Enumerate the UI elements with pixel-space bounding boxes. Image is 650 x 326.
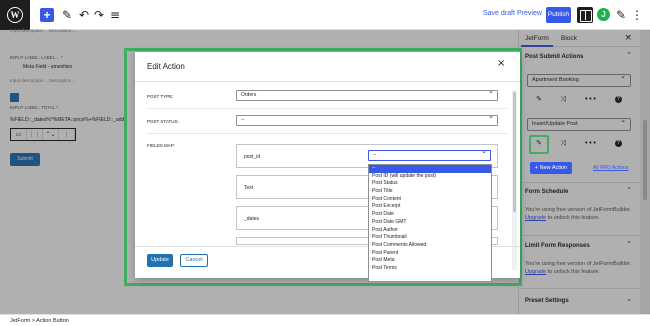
wordpress-logo-glyph: W	[7, 7, 23, 23]
new-action-button[interactable]: + New Action	[530, 162, 572, 174]
top-toolbar: W + ✎ ↶ ↷ ≡ Save draft Preview Publish J…	[0, 0, 650, 30]
dropdown-option[interactable]: Post Excerpt	[369, 203, 491, 211]
preview-button[interactable]: Preview	[517, 10, 542, 17]
list-view-icon[interactable]: ≡	[108, 7, 122, 23]
dropdown-option[interactable]: --	[369, 165, 491, 173]
field-name: _dates	[244, 216, 260, 222]
dropdown-option[interactable]: Post Comments Allowed	[369, 242, 491, 250]
field-map-select[interactable]: --	[368, 147, 491, 161]
dropdown-option[interactable]: Post Title	[369, 188, 491, 196]
divider	[135, 81, 520, 82]
update-button[interactable]: Update	[147, 254, 173, 267]
jetformbuilder-icon[interactable]: J	[597, 8, 610, 21]
divider	[147, 133, 507, 134]
dropdown-option[interactable]: Post Date	[369, 211, 491, 219]
dropdown-option[interactable]: Post Author	[369, 227, 491, 235]
dropdown-option[interactable]: Post Terms	[369, 265, 491, 273]
dropdown-option[interactable]: Post Content	[369, 196, 491, 204]
dropdown-option[interactable]: Post ID (will update the post)	[369, 173, 491, 181]
divider	[147, 108, 507, 109]
close-icon[interactable]: ×	[497, 58, 505, 69]
fields-map-label: FIELDS MAP:	[147, 143, 176, 148]
dropdown-option[interactable]: Post Parent	[369, 250, 491, 258]
dropdown-option[interactable]: Post Status	[369, 180, 491, 188]
more-options-icon[interactable]: ⋮	[630, 7, 644, 23]
add-block-button[interactable]: +	[40, 8, 54, 22]
edit-mode-icon[interactable]: ✎	[614, 7, 628, 23]
edit-action-modal: Edit Action × POST TYPE: Orders POST STA…	[135, 52, 520, 282]
post-status-select[interactable]: --	[236, 112, 498, 126]
pencil-icon[interactable]: ✎	[60, 7, 74, 23]
dropdown-option[interactable]: Post Meta	[369, 257, 491, 265]
undo-icon[interactable]: ↶	[77, 7, 91, 23]
post-type-select[interactable]: Orders	[236, 87, 498, 101]
dropdown-option[interactable]: Post Thumbnail	[369, 234, 491, 242]
dropdown-option[interactable]: Post Date GMT	[369, 219, 491, 227]
edit-action-highlight[interactable]	[529, 135, 549, 154]
post-type-label: POST TYPE:	[147, 94, 174, 99]
cancel-button[interactable]: Cancel	[180, 254, 208, 267]
wordpress-logo-icon[interactable]: W	[0, 0, 30, 30]
field-name: post_id	[244, 154, 261, 160]
redo-icon[interactable]: ↷	[92, 7, 106, 23]
save-draft-button[interactable]: Save draft	[483, 10, 515, 17]
field-map-dropdown[interactable]: -- Post ID (will update the post) Post S…	[368, 164, 492, 282]
scrollbar-thumb[interactable]	[513, 92, 516, 212]
settings-sidebar-icon[interactable]	[577, 7, 593, 23]
field-name: Text	[244, 185, 254, 191]
breadcrumb: JetForm > Action Button	[0, 314, 650, 326]
modal-title: Edit Action	[147, 62, 185, 71]
app-window: W + ✎ ↶ ↷ ≡ Save draft Preview Publish J…	[0, 0, 650, 326]
post-status-label: POST STATUS:	[147, 119, 179, 124]
modal-scrollbar[interactable]	[512, 90, 517, 270]
publish-button[interactable]: Publish	[546, 7, 571, 23]
all-pro-actions-link[interactable]: All PRO Actions	[593, 165, 628, 171]
